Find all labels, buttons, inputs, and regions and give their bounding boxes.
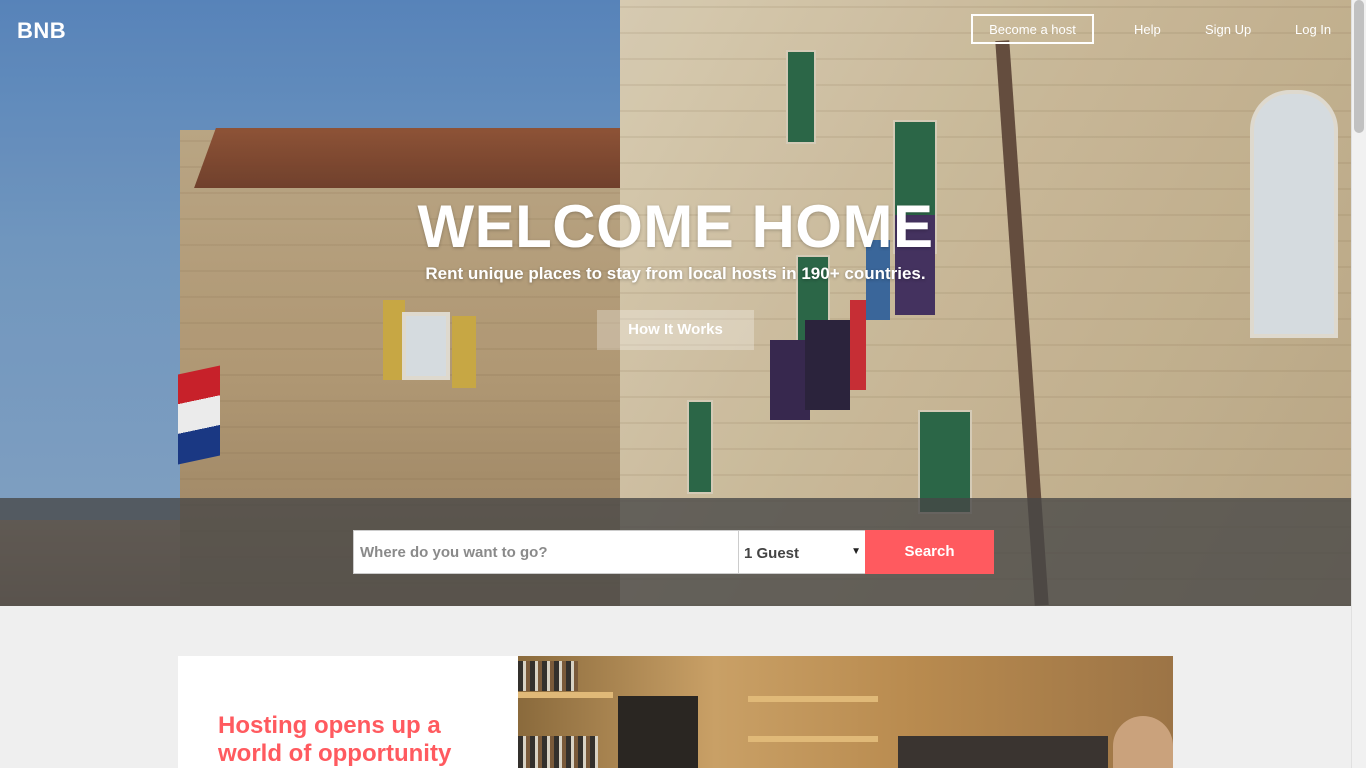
how-it-works-button[interactable]: How It Works bbox=[597, 310, 754, 350]
help-link[interactable]: Help bbox=[1134, 22, 1161, 37]
search-button[interactable]: Search bbox=[865, 530, 994, 574]
hero-title: WELCOME HOME bbox=[417, 193, 934, 260]
become-host-button[interactable]: Become a host bbox=[971, 14, 1094, 44]
guest-count-select[interactable]: 1 Guest ▼ bbox=[738, 530, 866, 574]
logo[interactable]: BNB bbox=[17, 18, 66, 44]
chevron-down-icon: ▼ bbox=[851, 546, 861, 557]
feature-photo bbox=[518, 656, 1173, 768]
log-in-link[interactable]: Log In bbox=[1295, 22, 1331, 37]
page-scrollbar[interactable] bbox=[1351, 0, 1366, 768]
guest-count-value: 1 Guest bbox=[744, 545, 800, 562]
feature-heading: Hosting opens up a world of opportunity bbox=[218, 712, 452, 767]
scrollbar-thumb[interactable] bbox=[1354, 0, 1364, 133]
destination-search-input[interactable] bbox=[353, 530, 739, 574]
hero-subtitle: Rent unique places to stay from local ho… bbox=[425, 264, 926, 283]
hero-section: BNB Become a host Help Sign Up Log In WE… bbox=[0, 0, 1351, 606]
sign-up-link[interactable]: Sign Up bbox=[1205, 22, 1251, 37]
feature-text-panel: Hosting opens up a world of opportunity bbox=[178, 656, 518, 768]
page: BNB Become a host Help Sign Up Log In WE… bbox=[0, 0, 1351, 768]
hosting-feature-card: Hosting opens up a world of opportunity bbox=[178, 656, 1173, 768]
